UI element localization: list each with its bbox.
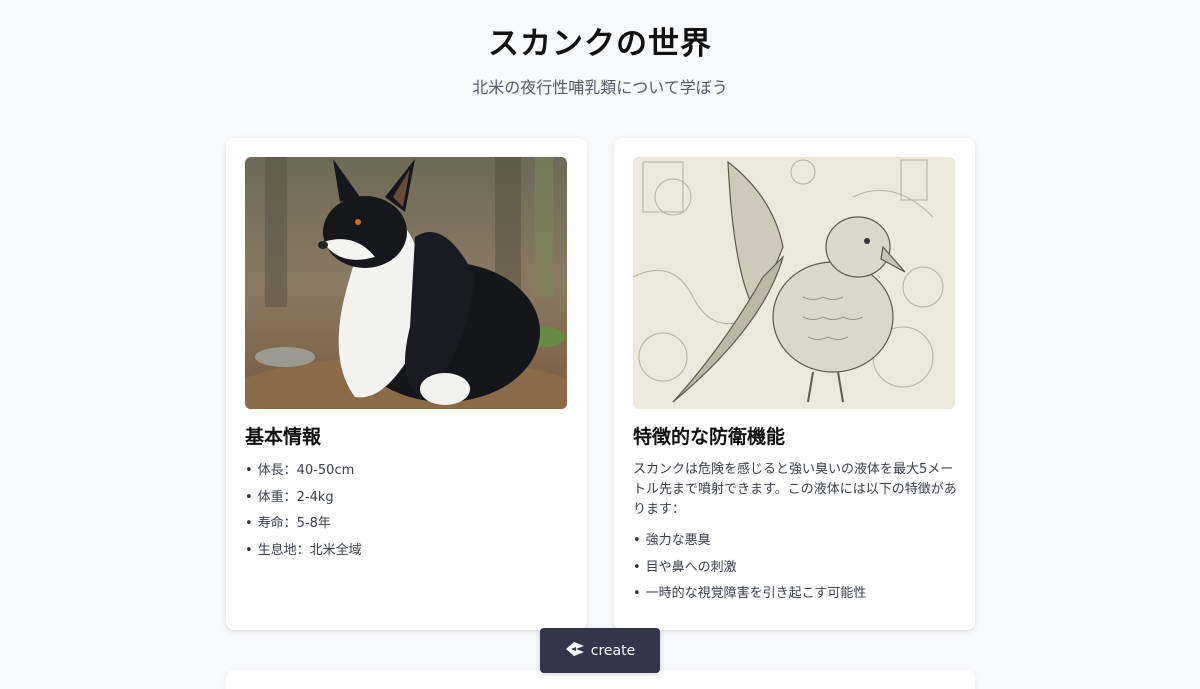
create-button-label: create [590, 642, 636, 659]
defense-description: スカンクは危険を感じると強い臭いの液体を最大5メートル先まで噴射できます。この液… [633, 462, 957, 517]
defense-card: 特徴的な防衛機能 スカンクは危険を感じると強い臭いの液体を最大5メートル先まで噴… [614, 138, 975, 630]
bird-illustration-icon [633, 157, 955, 409]
list-item: 一時的な視覚障害を引き起こす可能性 [633, 581, 957, 608]
page-subtitle: 北米の夜行性哺乳類について学ぼう [472, 78, 728, 97]
basic-info-title: 基本情報 [245, 426, 322, 448]
basic-info-body: 体長：40-50cm 体重：2-4kg 寿命：5-8年 生息地：北米全域 [245, 458, 569, 565]
list-item: 体長：40-50cm [245, 458, 569, 485]
bird-illustration-image [633, 157, 955, 409]
list-item: 寿命：5-8年 [245, 511, 569, 538]
basic-info-list: 体長：40-50cm 体重：2-4kg 寿命：5-8年 生息地：北米全域 [245, 458, 569, 565]
list-item: 体重：2-4kg [245, 485, 569, 512]
skunk-photo-image [245, 157, 567, 409]
create-button[interactable]: create [540, 628, 660, 673]
skunk-photo-icon [245, 157, 567, 409]
defense-title: 特徴的な防衛機能 [633, 426, 786, 448]
list-item: 目や鼻への刺激 [633, 555, 957, 582]
create-logo-icon [565, 641, 585, 661]
defense-body: スカンクは危険を感じると強い臭いの液体を最大5メートル先まで噴射できます。この液… [633, 460, 957, 608]
page-title: スカンクの世界 [488, 26, 712, 62]
basic-info-card: 基本情報 体長：40-50cm 体重：2-4kg 寿命：5-8年 生息地：北米全… [226, 138, 587, 630]
page: スカンクの世界 北米の夜行性哺乳類について学ぼう 基本情報 • 体長：40-50… [0, 0, 1200, 689]
list-item: 強力な悪臭 [633, 528, 957, 555]
defense-list: 強力な悪臭 目や鼻への刺激 一時的な視覚障害を引き起こす可能性 [633, 528, 957, 608]
list-item: 生息地：北米全域 [245, 538, 569, 565]
